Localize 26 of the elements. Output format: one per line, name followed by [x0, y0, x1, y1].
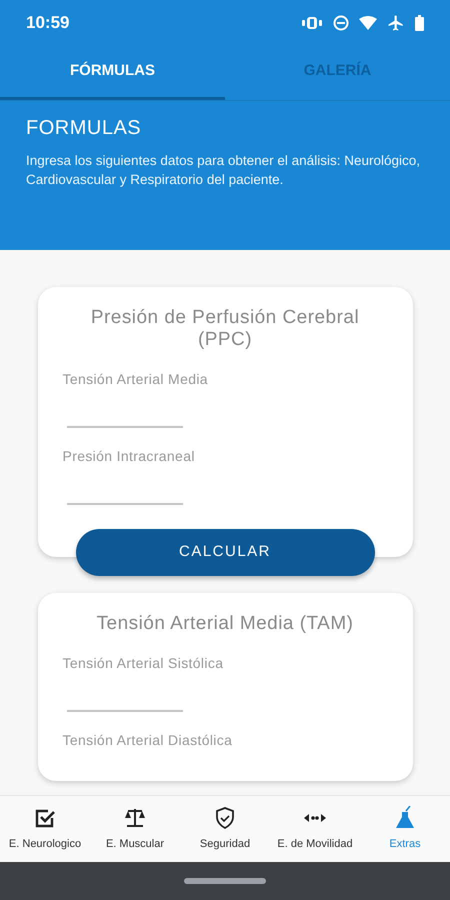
field-label: Tensión Arterial Sistólica: [62, 654, 224, 673]
section-title: FORMULAS: [26, 116, 142, 141]
field-label: Presión Intracraneal: [62, 447, 196, 466]
nav-item[interactable]: E. Muscular: [90, 796, 180, 862]
section-description: Ingresa los siguientes datos para obtener el análisis: Neurológico, Cardiovascular y Respiratorio del paciente.: [26, 152, 421, 189]
nav-item[interactable]: Extras: [360, 796, 450, 862]
nav-item[interactable]: E. Neurologico: [0, 796, 90, 862]
do-not-disturb-icon: [333, 14, 349, 30]
status-time: 10:59: [26, 12, 70, 34]
scale-icon: [124, 806, 146, 829]
field-label: Tensión Arterial Media: [62, 370, 209, 389]
tab[interactable]: FÓRMULAS: [0, 45, 225, 100]
gesture-handle[interactable]: [184, 878, 266, 884]
wifi-icon: [359, 16, 377, 30]
field-label: Tensión Arterial Diastólica: [62, 731, 234, 750]
arrows-icon: [304, 812, 326, 824]
calculate-button[interactable]: CALCULAR: [76, 529, 374, 576]
nav-item[interactable]: E. de Movilidad: [270, 796, 360, 862]
vibrate-icon: [301, 16, 323, 30]
flask-icon: [395, 806, 415, 830]
shield-check-icon: [215, 806, 235, 829]
airplane-icon: [387, 14, 405, 32]
card-title: Presión de Perfusión Cerebral (PPC): [90, 307, 360, 351]
battery-icon: [415, 14, 424, 30]
card-title: Tensión Arterial Media (TAM): [96, 613, 354, 635]
nav-item[interactable]: Seguridad: [180, 796, 270, 862]
